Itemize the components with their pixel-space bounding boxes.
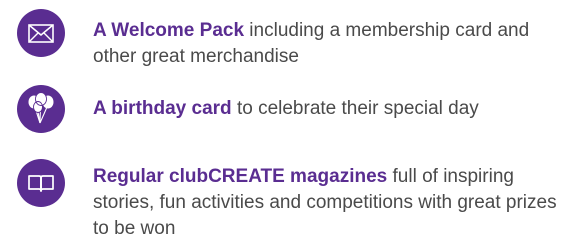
book-icon (17, 159, 65, 207)
envelope-icon (17, 9, 65, 57)
benefit-highlight: A birthday card (93, 98, 232, 119)
benefit-description: Regular clubCREATE magazines full of ins… (93, 164, 563, 242)
benefit-description: A Welcome Pack including a membership ca… (93, 18, 563, 70)
balloons-icon (17, 85, 65, 133)
benefit-rest-text: to celebrate their special day (231, 98, 479, 119)
benefit-description: A birthday card to celebrate their speci… (93, 96, 563, 122)
benefit-highlight: A Welcome Pack (93, 20, 245, 41)
benefit-highlight: Regular clubCREATE magazines (93, 166, 388, 187)
